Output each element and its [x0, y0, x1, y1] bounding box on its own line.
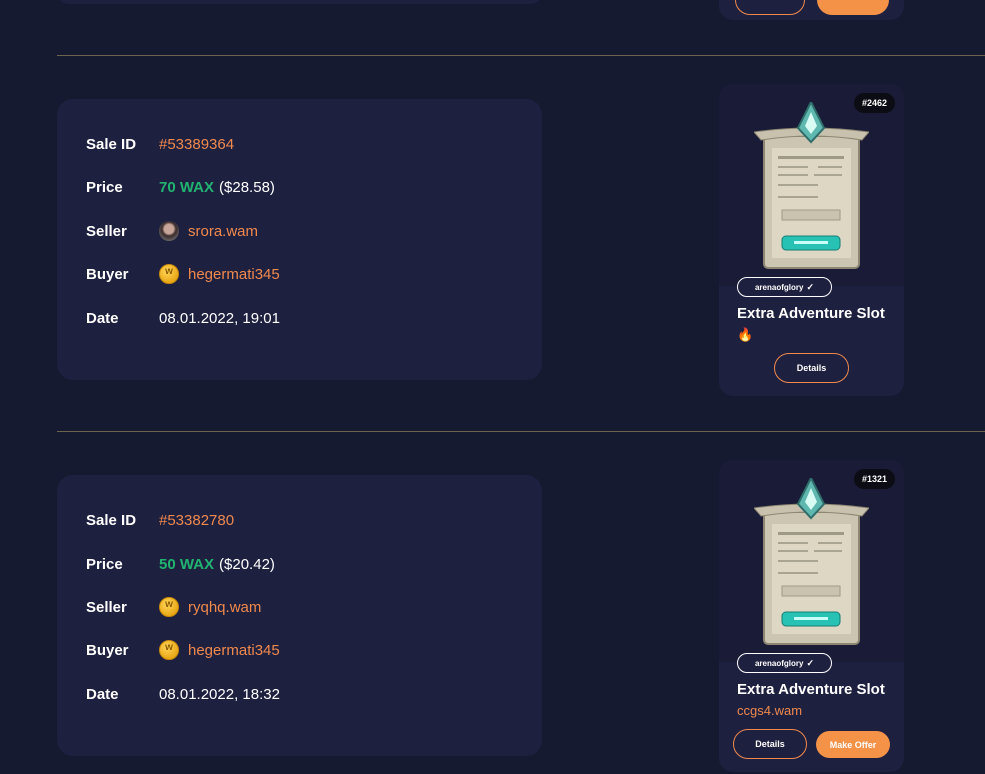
- adventure-slot-card-image: [754, 102, 869, 269]
- verified-check-icon: ✓: [806, 281, 814, 292]
- price-row: Price 70 WAX ($28.58): [86, 176, 275, 198]
- price-row: Price 50 WAX ($20.42): [86, 553, 275, 575]
- date-label: Date: [86, 309, 119, 327]
- sale-id-label: Sale ID: [86, 511, 137, 529]
- asset-name: Extra Adventure Slot: [737, 681, 885, 698]
- buyer-avatar: [159, 264, 179, 284]
- seller-row: Seller srora.wam: [86, 220, 258, 242]
- sale-id-link[interactable]: #53389364: [159, 136, 234, 153]
- details-button[interactable]: Details: [774, 353, 849, 383]
- collection-name: arenaofglory: [754, 282, 804, 292]
- mint-number-badge: #1321: [853, 469, 895, 489]
- collection-badge[interactable]: arenaofglory ✓: [737, 653, 832, 673]
- date-value: 08.01.2022, 19:01: [159, 309, 280, 327]
- buyer-label: Buyer: [86, 641, 129, 659]
- sale-card: Sale ID #53389364 Price 70 WAX ($28.58) …: [57, 99, 542, 380]
- seller-avatar: [159, 597, 179, 617]
- price-label: Price: [86, 555, 123, 573]
- make-offer-button[interactable]: Make Offer: [816, 731, 890, 758]
- asset-image-area: #1321: [719, 460, 904, 662]
- seller-link[interactable]: ryqhq.wam: [188, 599, 261, 616]
- date-value: 08.01.2022, 18:32: [159, 685, 280, 703]
- date-row: Date 08.01.2022, 18:32: [86, 683, 280, 705]
- buyer-avatar: [159, 640, 179, 660]
- row-divider: [57, 55, 985, 56]
- asset-name: Extra Adventure Slot: [737, 305, 885, 322]
- date-row: Date 08.01.2022, 19:01: [86, 307, 280, 329]
- details-button[interactable]: Details: [733, 729, 807, 759]
- asset-card-partial: [719, 0, 904, 20]
- details-button-partial[interactable]: [735, 0, 805, 15]
- price-wax: 70 WAX: [159, 178, 215, 196]
- make-offer-button-partial[interactable]: [817, 0, 889, 15]
- mint-number-badge: #2462: [853, 93, 895, 113]
- sale-id-row: Sale ID #53389364: [86, 133, 234, 155]
- collection-badge[interactable]: arenaofglory ✓: [737, 277, 832, 297]
- price-wax: 50 WAX: [159, 555, 215, 573]
- seller-link[interactable]: srora.wam: [188, 223, 258, 240]
- price-usd: ($20.42): [219, 555, 275, 573]
- seller-avatar: [159, 221, 179, 241]
- asset-owner-link[interactable]: ccgs4.wam: [737, 703, 802, 718]
- price-usd: ($28.58): [219, 178, 275, 196]
- asset-card[interactable]: #1321 arenaofglory ✓ Extra Adventure Slo…: [719, 460, 904, 772]
- sale-id-row: Sale ID #53382780: [86, 509, 234, 531]
- seller-label: Seller: [86, 222, 127, 240]
- price-label: Price: [86, 178, 123, 196]
- seller-row: Seller ryqhq.wam: [86, 596, 261, 618]
- date-label: Date: [86, 685, 119, 703]
- buyer-link[interactable]: hegermati345: [188, 642, 280, 659]
- buyer-row: Buyer hegermati345: [86, 263, 280, 285]
- asset-card[interactable]: #2462 arenaofglory ✓ Extra Adventure Slo…: [719, 84, 904, 396]
- row-divider: [57, 431, 985, 432]
- buyer-row: Buyer hegermati345: [86, 639, 280, 661]
- asset-image-area: #2462: [719, 84, 904, 286]
- buyer-label: Buyer: [86, 265, 129, 283]
- fire-icon: 🔥: [737, 327, 754, 342]
- buyer-link[interactable]: hegermati345: [188, 266, 280, 283]
- collection-name: arenaofglory: [754, 658, 804, 668]
- sale-card: Sale ID #53382780 Price 50 WAX ($20.42) …: [57, 475, 542, 756]
- adventure-slot-card-image: [754, 478, 869, 645]
- sale-id-label: Sale ID: [86, 135, 137, 153]
- sale-id-link[interactable]: #53382780: [159, 512, 234, 529]
- seller-label: Seller: [86, 598, 127, 616]
- verified-check-icon: ✓: [806, 657, 814, 668]
- sale-card-partial: [57, 0, 542, 4]
